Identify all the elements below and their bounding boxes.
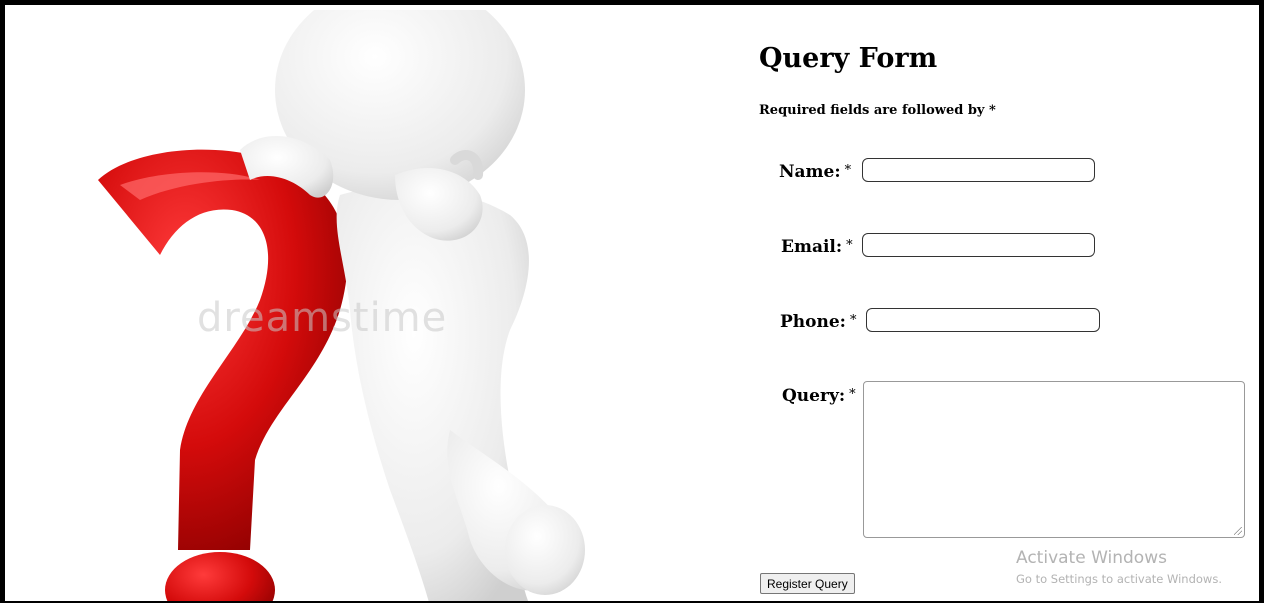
name-input[interactable] [862, 158, 1095, 182]
phone-input[interactable] [866, 308, 1100, 332]
query-label-text: Query: [782, 386, 846, 406]
phone-label: Phone: * [780, 312, 856, 332]
figure-foot [505, 505, 585, 595]
resize-grip-icon[interactable] [1234, 527, 1242, 535]
phone-label-text: Phone: [780, 312, 846, 332]
name-required-mark: * [844, 163, 852, 178]
question-mark-dot [165, 552, 275, 601]
page-title: Query Form [759, 43, 938, 74]
email-label: Email: * [781, 237, 853, 257]
activate-windows-title: Activate Windows [1016, 548, 1167, 568]
activate-windows-subtitle: Go to Settings to activate Windows. [1016, 572, 1222, 586]
name-label: Name: * [779, 162, 851, 182]
query-label: Query: * [782, 386, 856, 406]
watermark-text: dreamstime [197, 295, 448, 341]
required-fields-note: Required fields are followed by * [759, 103, 996, 118]
phone-required-mark: * [849, 313, 857, 328]
register-query-button[interactable]: Register Query [760, 573, 855, 594]
query-textarea[interactable] [863, 381, 1245, 538]
question-mark-hook [98, 149, 348, 550]
page-frame: dreamstime Query Form Required fields ar… [0, 0, 1264, 603]
email-input[interactable] [862, 233, 1095, 257]
name-label-text: Name: [779, 162, 841, 182]
email-label-text: Email: [781, 237, 843, 257]
query-required-mark: * [849, 387, 856, 402]
email-required-mark: * [846, 238, 853, 253]
